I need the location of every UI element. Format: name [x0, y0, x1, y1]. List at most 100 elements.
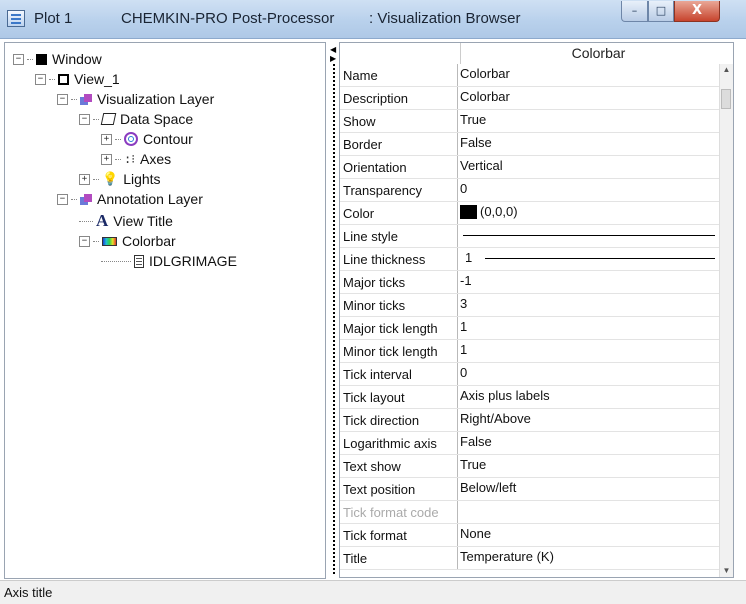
property-row[interactable]: Description Colorbar: [340, 87, 733, 110]
property-name: Transparency: [340, 179, 458, 201]
tree-item-label: IDLGRIMAGE: [149, 253, 237, 269]
status-bar: Axis title: [0, 580, 746, 604]
property-row[interactable]: Tick format None: [340, 524, 733, 547]
property-value[interactable]: [460, 225, 719, 247]
property-row[interactable]: Text position Below/left: [340, 478, 733, 501]
color-swatch[interactable]: [460, 204, 477, 219]
arrow-right-icon[interactable]: ▶: [330, 55, 336, 63]
tree-item-label: Axes: [140, 151, 172, 167]
property-name: Minor tick length: [340, 340, 458, 362]
property-value[interactable]: Temperature (K): [460, 547, 719, 569]
property-name: Tick layout: [340, 386, 458, 408]
vertical-scrollbar[interactable]: ▲ ▼: [719, 64, 733, 577]
property-value[interactable]: True: [460, 455, 719, 477]
property-value[interactable]: Below/left: [460, 478, 719, 500]
property-row[interactable]: Major ticks -1: [340, 271, 733, 294]
splitter-handle[interactable]: [333, 64, 335, 576]
layer-icon: [80, 193, 92, 205]
data-space-icon: [100, 113, 117, 125]
window-title-view: : Visualization Browser: [369, 10, 521, 27]
property-grid[interactable]: Colorbar Name Colorbar Description Color…: [339, 42, 734, 578]
scroll-down-icon[interactable]: ▼: [720, 565, 733, 577]
property-row[interactable]: Major tick length 1: [340, 317, 733, 340]
property-value[interactable]: (0,0,0): [460, 202, 719, 224]
close-button[interactable]: X: [674, 1, 720, 22]
property-value[interactable]: Vertical: [460, 156, 719, 178]
property-value: [460, 501, 719, 523]
property-row[interactable]: Color (0,0,0): [340, 202, 733, 225]
property-value[interactable]: 0: [460, 179, 719, 201]
property-row[interactable]: Minor tick length 1: [340, 340, 733, 363]
property-value[interactable]: False: [460, 133, 719, 155]
tree-item-annotation-layer[interactable]: − Annotation Layer: [57, 189, 203, 209]
property-row[interactable]: Line style: [340, 225, 733, 248]
scroll-up-icon[interactable]: ▲: [720, 64, 733, 76]
collapse-icon[interactable]: −: [79, 113, 90, 125]
property-name: Title: [340, 547, 458, 569]
property-value[interactable]: 3: [460, 294, 719, 316]
property-value[interactable]: Axis plus labels: [460, 386, 719, 408]
collapse-icon[interactable]: −: [35, 73, 46, 85]
property-value[interactable]: None: [460, 524, 719, 546]
tree-item-axes[interactable]: + :⁝ Axes: [101, 149, 171, 169]
property-row[interactable]: Text show True: [340, 455, 733, 478]
property-row[interactable]: Border False: [340, 133, 733, 156]
property-value[interactable]: 1: [460, 340, 719, 362]
property-name: Major ticks: [340, 271, 458, 293]
expand-icon[interactable]: +: [101, 133, 112, 145]
tree-item-idlgrimage[interactable]: IDLGRIMAGE: [101, 251, 237, 271]
collapse-icon[interactable]: −: [57, 93, 68, 105]
property-value[interactable]: True: [460, 110, 719, 132]
expand-icon[interactable]: +: [101, 153, 112, 165]
minimize-button[interactable]: –: [621, 1, 648, 22]
view-icon: [58, 73, 69, 85]
property-value[interactable]: Colorbar: [460, 64, 719, 86]
property-row[interactable]: Transparency 0: [340, 179, 733, 202]
property-row[interactable]: Show True: [340, 110, 733, 133]
pane-splitter[interactable]: ◀ ▶: [329, 44, 338, 580]
line-thickness-preview: [485, 258, 715, 259]
property-value[interactable]: -1: [460, 271, 719, 293]
tree-item-contour[interactable]: + Contour: [101, 129, 193, 149]
property-row[interactable]: Title Temperature (K): [340, 547, 733, 570]
property-value[interactable]: 1: [460, 317, 719, 339]
property-row[interactable]: Orientation Vertical: [340, 156, 733, 179]
property-value[interactable]: 0: [460, 363, 719, 385]
tree-item-colorbar[interactable]: − Colorbar: [79, 231, 176, 251]
property-name: Tick format code: [340, 501, 458, 523]
tree-item-visualization-layer[interactable]: − Visualization Layer: [57, 89, 214, 109]
property-row[interactable]: Logarithmic axis False: [340, 432, 733, 455]
property-row[interactable]: Name Colorbar: [340, 64, 733, 87]
scrollbar-thumb[interactable]: [721, 89, 731, 109]
tree-item-label: Visualization Layer: [97, 91, 215, 107]
property-name: Major tick length: [340, 317, 458, 339]
arrow-left-icon[interactable]: ◀: [330, 46, 336, 54]
expand-icon[interactable]: +: [79, 173, 90, 185]
property-row[interactable]: Tick direction Right/Above: [340, 409, 733, 432]
property-row[interactable]: Minor ticks 3: [340, 294, 733, 317]
visualization-tree[interactable]: − Window − View_1 − Visualization Layer …: [4, 42, 326, 579]
maximize-button[interactable]: □: [648, 1, 674, 22]
tree-item-window[interactable]: − Window: [13, 49, 102, 69]
property-value[interactable]: False: [460, 432, 719, 454]
tree-item-lights[interactable]: + 💡 Lights: [79, 169, 161, 189]
colorbar-icon: [102, 236, 117, 246]
tree-item-label: Contour: [143, 131, 193, 147]
property-name: Orientation: [340, 156, 458, 178]
tree-item-data-space[interactable]: − Data Space: [79, 109, 193, 129]
property-value[interactable]: 1: [460, 248, 719, 270]
tree-item-view-title[interactable]: A View Title: [79, 211, 173, 231]
tree-item-label: Colorbar: [122, 233, 176, 249]
app-icon[interactable]: [7, 10, 25, 27]
property-row[interactable]: Tick interval 0: [340, 363, 733, 386]
property-value[interactable]: Right/Above: [460, 409, 719, 431]
collapse-icon[interactable]: −: [13, 53, 24, 65]
color-value: (0,0,0): [480, 204, 518, 219]
tree-item-view-1[interactable]: − View_1: [35, 69, 120, 89]
collapse-icon[interactable]: −: [57, 193, 68, 205]
property-row[interactable]: Tick layout Axis plus labels: [340, 386, 733, 409]
property-row[interactable]: Line thickness 1: [340, 248, 733, 271]
collapse-icon[interactable]: −: [79, 235, 90, 247]
tree-item-label: Data Space: [120, 111, 194, 127]
property-value[interactable]: Colorbar: [460, 87, 719, 109]
